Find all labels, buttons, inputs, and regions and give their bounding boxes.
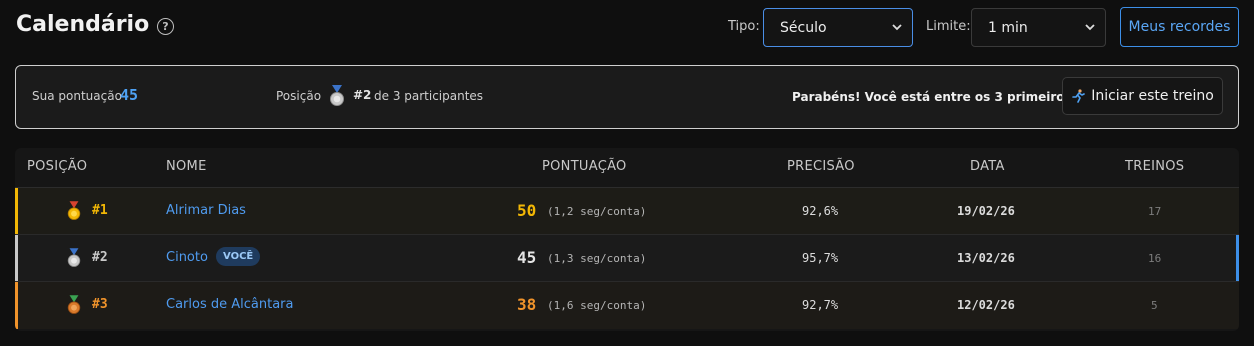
sessions-value: 17 — [1148, 205, 1162, 218]
chevron-down-icon — [892, 24, 902, 31]
silver-medal-icon — [328, 85, 346, 111]
runner-icon — [1072, 89, 1085, 103]
rank-number: #3 — [92, 297, 108, 312]
header-score: PONTUAÇÃO — [542, 159, 627, 174]
accuracy-value: 92,6% — [802, 204, 839, 218]
rank-number: #2 — [92, 250, 108, 265]
chevron-down-icon — [1085, 24, 1095, 31]
sessions-value: 16 — [1148, 252, 1162, 265]
page-header: Calendário ? Tipo: Século Limite: 1 min … — [0, 0, 1254, 56]
start-training-button[interactable]: Iniciar este treino — [1062, 77, 1223, 115]
rank-bar — [15, 282, 18, 329]
tipo-select[interactable]: Século — [763, 8, 913, 47]
rank-bar — [15, 235, 18, 281]
score-rate: (1,3 seg/conta) — [547, 252, 647, 265]
current-user-bar — [1236, 235, 1239, 281]
participant-name-link[interactable]: Cinoto — [166, 250, 208, 265]
table-row[interactable]: #3 Carlos de Alcântara 38 (1,6 seg/conta… — [15, 282, 1239, 329]
position-label: Posição — [276, 89, 322, 103]
bronze-medal-icon — [66, 295, 82, 319]
limite-select[interactable]: 1 min — [971, 8, 1106, 47]
header-name: NOME — [166, 159, 207, 174]
score-rate: (1,2 seg/conta) — [547, 205, 647, 218]
page-title: Calendário — [16, 12, 150, 37]
sessions-value: 5 — [1151, 299, 1158, 312]
date-value: 12/02/26 — [957, 298, 1015, 312]
limite-select-value: 1 min — [988, 19, 1028, 36]
score-label: Sua pontuação — [32, 89, 122, 103]
score-summary-card: Sua pontuação 45 Posição #2 de 3 partici… — [15, 65, 1239, 129]
my-records-button[interactable]: Meus recordes — [1120, 7, 1239, 47]
score-value: 45 — [120, 86, 139, 104]
limite-label: Limite: — [926, 19, 971, 34]
header-accuracy: PRECISÃO — [787, 159, 855, 174]
congrats-message: Parabéns! Você está entre os 3 primeiros… — [792, 90, 1097, 104]
position-rank: #2 — [353, 88, 372, 102]
date-value: 13/02/26 — [957, 251, 1015, 265]
tipo-select-value: Século — [780, 19, 827, 36]
participant-name-link[interactable]: Alrimar Dias — [166, 203, 246, 218]
rank-number: #1 — [92, 203, 108, 218]
table-row[interactable]: #2 Cinoto VOCÊ 45 (1,3 seg/conta) 95,7% … — [15, 235, 1239, 282]
position-participants: de 3 participantes — [374, 89, 484, 103]
table-row[interactable]: #1 Alrimar Dias 50 (1,2 seg/conta) 92,6%… — [15, 188, 1239, 235]
accuracy-value: 95,7% — [802, 251, 839, 265]
help-icon[interactable]: ? — [157, 18, 174, 35]
header-sessions: TREINOS — [1125, 159, 1185, 174]
score-value: 38 — [517, 295, 537, 314]
score-rate: (1,6 seg/conta) — [547, 299, 647, 312]
score-value: 45 — [517, 248, 537, 267]
table-header: POSIÇÃO NOME PONTUAÇÃO PRECISÃO DATA TRE… — [15, 148, 1239, 188]
header-position: POSIÇÃO — [27, 159, 88, 174]
silver-medal-icon — [66, 248, 82, 272]
ranking-table: POSIÇÃO NOME PONTUAÇÃO PRECISÃO DATA TRE… — [15, 148, 1239, 331]
gold-medal-icon — [66, 201, 82, 225]
date-value: 19/02/26 — [957, 204, 1015, 218]
start-training-label: Iniciar este treino — [1091, 88, 1214, 104]
accuracy-value: 92,7% — [802, 298, 839, 312]
tipo-label: Tipo: — [728, 19, 760, 34]
you-badge: VOCÊ — [216, 247, 261, 266]
score-value: 50 — [517, 201, 537, 220]
rank-bar — [15, 188, 18, 234]
header-date: DATA — [970, 159, 1005, 174]
participant-name-link[interactable]: Carlos de Alcântara — [166, 297, 293, 312]
